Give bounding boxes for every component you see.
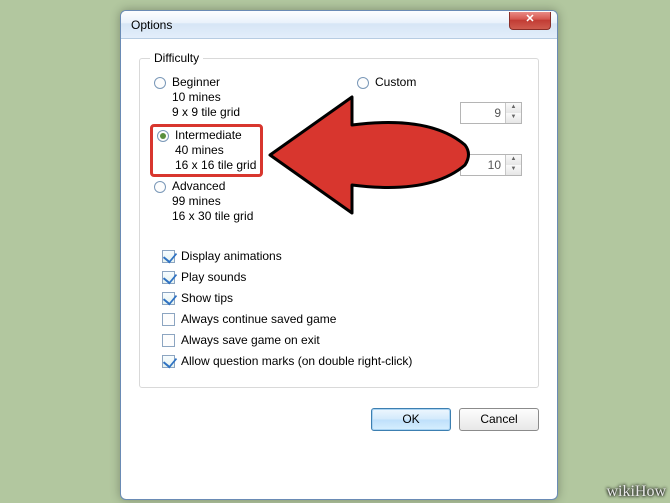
check-display-animations[interactable]: Display animations	[150, 249, 528, 263]
chevron-up-icon[interactable]: ▲	[505, 155, 521, 165]
watermark: wikiHow	[606, 483, 666, 501]
check-continue-saved[interactable]: Always continue saved game	[150, 312, 528, 326]
checkbox-icon	[162, 313, 175, 326]
checkbox-label: Play sounds	[181, 270, 246, 284]
check-question-marks[interactable]: Allow question marks (on double right-cl…	[150, 354, 528, 368]
radio-beginner[interactable]: Beginner 10 mines 9 x 9 tile grid	[150, 73, 345, 124]
checkbox-label: Always save game on exit	[181, 333, 320, 347]
difficulty-legend: Difficulty	[150, 51, 203, 65]
custom-width-input[interactable]: 10 ▲ ▼	[460, 154, 522, 176]
dialog-body: Difficulty Beginner 10 mines 9 x 9 tile …	[121, 39, 557, 441]
spin-value: 10	[461, 158, 505, 172]
radio-intermediate[interactable]: Intermediate 40 mines 16 x 16 tile grid	[155, 128, 258, 173]
checkbox-label: Show tips	[181, 291, 233, 305]
radio-icon	[154, 77, 166, 89]
spin-value: 9	[461, 106, 505, 120]
radio-label: Intermediate 40 mines 16 x 16 tile grid	[175, 128, 256, 173]
checkbox-icon	[162, 334, 175, 347]
titlebar[interactable]: Options ✕	[121, 11, 557, 39]
radio-advanced[interactable]: Advanced 99 mines 16 x 30 tile grid	[150, 177, 345, 228]
ok-button[interactable]: OK	[371, 408, 451, 431]
radio-label: Advanced 99 mines 16 x 30 tile grid	[172, 179, 253, 224]
checkbox-label: Always continue saved game	[181, 312, 336, 326]
custom-height-input[interactable]: 9 ▲ ▼	[460, 102, 522, 124]
options-dialog: Options ✕ Difficulty Beginner 10 mines 9…	[120, 10, 558, 500]
chevron-up-icon[interactable]: ▲	[505, 103, 521, 113]
radio-label: Beginner 10 mines 9 x 9 tile grid	[172, 75, 240, 120]
button-row: OK Cancel	[139, 408, 539, 431]
chevron-down-icon[interactable]: ▼	[505, 113, 521, 123]
custom-column: Custom 9 ▲ ▼ 1	[353, 73, 528, 176]
radio-icon	[154, 181, 166, 193]
checkbox-icon	[162, 292, 175, 305]
checkbox-icon	[162, 250, 175, 263]
checkbox-icon	[162, 271, 175, 284]
checkbox-label: Allow question marks (on double right-cl…	[181, 354, 412, 368]
check-show-tips[interactable]: Show tips	[150, 291, 528, 305]
close-icon: ✕	[525, 13, 534, 25]
difficulty-group: Difficulty Beginner 10 mines 9 x 9 tile …	[139, 51, 539, 388]
highlight-intermediate: Intermediate 40 mines 16 x 16 tile grid	[150, 124, 263, 177]
checkbox-label: Display animations	[181, 249, 282, 263]
close-button[interactable]: ✕	[509, 12, 551, 30]
radio-custom[interactable]: Custom	[353, 73, 528, 94]
radio-icon	[157, 130, 169, 142]
cancel-button[interactable]: Cancel	[459, 408, 539, 431]
check-save-on-exit[interactable]: Always save game on exit	[150, 333, 528, 347]
radio-label: Custom	[375, 75, 416, 90]
checkbox-icon	[162, 355, 175, 368]
chevron-down-icon[interactable]: ▼	[505, 165, 521, 175]
window-title: Options	[131, 18, 172, 32]
radio-icon	[357, 77, 369, 89]
check-play-sounds[interactable]: Play sounds	[150, 270, 528, 284]
